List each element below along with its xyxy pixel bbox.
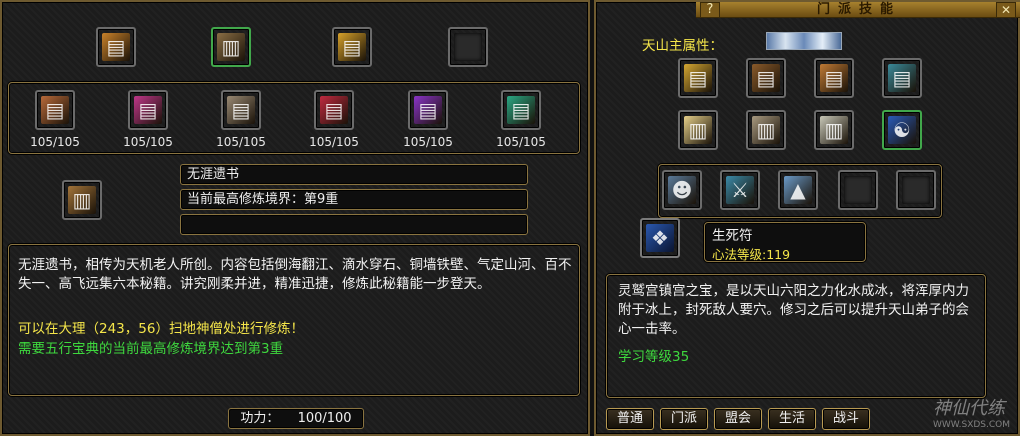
yellow-book-icon[interactable]: ▤ (678, 58, 718, 98)
main-attribute-label: 天山主属性： (642, 38, 723, 54)
empty-slot-icon[interactable] (448, 27, 488, 67)
skill-book-3-glyph: ▤ (227, 96, 255, 124)
open-book-glyph: ▥ (684, 116, 712, 144)
realm-field: 当前最高修炼境界：第9重 (180, 189, 528, 210)
close-button[interactable]: ✕ (996, 2, 1016, 18)
sect-skills-panel: ? 门派技能 ✕ 天山主属性： ❖ 生死符 心法等级:119 灵鹫宫镇宫之宝，是… (594, 0, 1020, 436)
scroll-green-icon[interactable]: ▥ (211, 27, 251, 67)
silver-book-icon[interactable]: ▥ (814, 110, 854, 150)
skill-book-icon-1[interactable]: ▤ (35, 90, 75, 130)
blue-book-glyph: ☯ (888, 116, 916, 144)
book-count-5: 105/105 (403, 135, 453, 149)
watermark: 神仙代练 WWW.SXDS.COM (933, 394, 1010, 430)
power-value: 100/100 (297, 411, 352, 426)
tab-2[interactable]: 门派 (660, 408, 708, 430)
skill-icon-glyph: ❖ (646, 224, 674, 252)
tab-1[interactable]: 普通 (606, 408, 654, 430)
empty-slot-glyph (902, 176, 930, 204)
tab-4[interactable]: 生活 (768, 408, 816, 430)
book-count-6: 105/105 (496, 135, 546, 149)
power-display: 功力： 100/100 (228, 408, 364, 429)
orange-book-icon[interactable]: ▤ (814, 58, 854, 98)
ice-mountain-icon[interactable]: ▲ (778, 170, 818, 210)
book-count-3: 105/105 (216, 135, 266, 149)
open-book-icon[interactable]: ▥ (678, 110, 718, 150)
skill-description: 灵鹫宫镇宫之宝，是以天山六阳之力化水成冰，将浑厚内力附于冰上，封死敌人要穴。修习… (618, 283, 969, 337)
teal-book-icon[interactable]: ▤ (882, 58, 922, 98)
selected-book-glyph: ▥ (68, 186, 96, 214)
skill-book-6-glyph: ▤ (507, 96, 535, 124)
ice-figures-glyph: ⚔ (726, 176, 754, 204)
skill-book-4-glyph: ▤ (320, 96, 348, 124)
book-name-field: 无涯遗书 (180, 164, 528, 185)
teal-book-glyph: ▤ (888, 64, 916, 92)
skill-level: 心法等级:119 (712, 247, 791, 262)
old-master-portrait-glyph: ☻ (668, 176, 696, 204)
skill-book-icon-5[interactable]: ▤ (408, 90, 448, 130)
location-hint: 可以在大理（243，56）扫地神僧处进行修炼！ (18, 321, 304, 337)
skill-book-5-glyph: ▤ (414, 96, 442, 124)
skill-book-2-glyph: ▤ (134, 96, 162, 124)
book-description: 无涯遗书，相传为天机老人所创。内容包括倒海翻江、滴水穿石、铜墙铁壁、气定山河、百… (18, 257, 572, 292)
orange-book-glyph: ▤ (820, 64, 848, 92)
empty-slot-icon[interactable] (838, 170, 878, 210)
yellow-book-glyph: ▤ (684, 64, 712, 92)
tab-3[interactable]: 盟会 (714, 408, 762, 430)
book-cultivation-panel: ▥ 无涯遗书 当前最高修炼境界：第9重 无涯遗书，相传为天机老人所创。内容包括倒… (0, 0, 590, 436)
skill-book-icon-3[interactable]: ▤ (221, 90, 261, 130)
old-master-portrait-icon[interactable]: ☻ (662, 170, 702, 210)
tab-5[interactable]: 战斗 (822, 408, 870, 430)
grey-book-glyph: ▥ (752, 116, 780, 144)
selected-book-icon[interactable]: ▥ (62, 180, 102, 220)
requirement-hint: 需要五行宝典的当前最高修炼境界达到第3重 (18, 341, 284, 357)
skill-name: 生死符 (712, 228, 753, 244)
empty-slot-icon[interactable] (896, 170, 936, 210)
scroll-gold-glyph: ▤ (102, 33, 130, 61)
ice-attribute-icon (766, 32, 842, 50)
grey-book-icon[interactable]: ▥ (746, 110, 786, 150)
watermark-text: 神仙代练 (932, 398, 1005, 419)
empty-field (180, 214, 528, 235)
skill-book-icon-4[interactable]: ▤ (314, 90, 354, 130)
book-count-4: 105/105 (309, 135, 359, 149)
brown-book-glyph: ▤ (752, 64, 780, 92)
help-button[interactable]: ? (700, 2, 720, 18)
silver-book-glyph: ▥ (820, 116, 848, 144)
panel-title: 门派技能 (696, 2, 1020, 18)
scroll-yellow-glyph: ▤ (338, 33, 366, 61)
skill-book-icon-2[interactable]: ▤ (128, 90, 168, 130)
brown-book-icon[interactable]: ▤ (746, 58, 786, 98)
scroll-green-glyph: ▥ (217, 33, 245, 61)
power-label: 功力： (240, 411, 280, 426)
empty-slot-glyph (844, 176, 872, 204)
skill-icon[interactable]: ❖ (640, 218, 680, 258)
watermark-url: WWW.SXDS.COM (932, 420, 1010, 430)
book-count-2: 105/105 (123, 135, 173, 149)
blue-book-icon[interactable]: ☯ (882, 110, 922, 150)
scroll-gold-icon[interactable]: ▤ (96, 27, 136, 67)
scroll-yellow-icon[interactable]: ▤ (332, 27, 372, 67)
skill-book-1-glyph: ▤ (41, 96, 69, 124)
book-count-1: 105/105 (30, 135, 80, 149)
ice-mountain-glyph: ▲ (784, 176, 812, 204)
skill-book-icon-6[interactable]: ▤ (501, 90, 541, 130)
learn-level: 学习等级35 (618, 349, 690, 365)
ice-figures-icon[interactable]: ⚔ (720, 170, 760, 210)
empty-slot-glyph (454, 33, 482, 61)
